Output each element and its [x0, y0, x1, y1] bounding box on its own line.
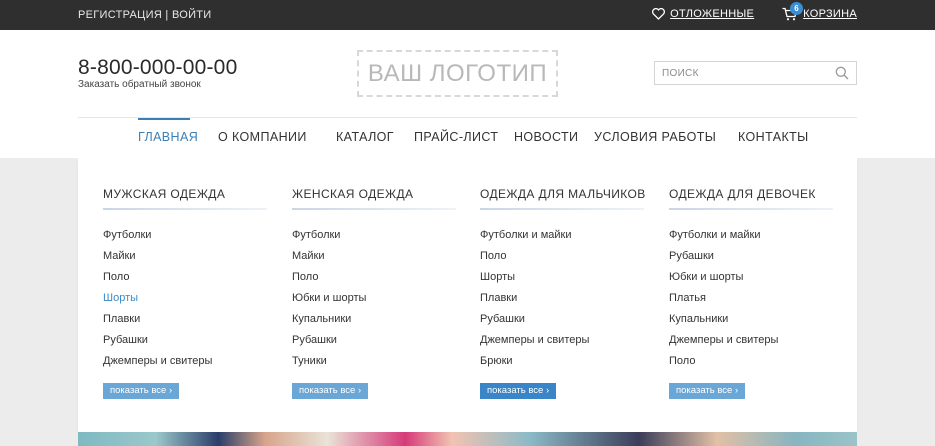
menu-link-hovered[interactable]: Шорты	[103, 292, 138, 304]
register-link[interactable]: РЕГИСТРАЦИЯ	[78, 9, 162, 21]
menu-link[interactable]: Джемперы и свитеры	[480, 334, 589, 346]
top-bar: РЕГИСТРАЦИЯ | ВОЙТИ ОТЛОЖЕННЫЕ 6 КОРЗИНА	[0, 0, 935, 30]
menu-link[interactable]: Футболки	[292, 229, 340, 241]
mega-menu: МУЖСКАЯ ОДЕЖДА Футболки Майки Поло Шорты…	[78, 158, 857, 432]
wishlist-link[interactable]: ОТЛОЖЕННЫЕ	[652, 8, 754, 20]
nav-item-home[interactable]: ГЛАВНАЯ	[138, 130, 198, 144]
menu-column-underline	[292, 208, 456, 210]
heart-icon	[652, 8, 666, 20]
menu-link[interactable]: Платья	[669, 292, 706, 304]
menu-link[interactable]: Поло	[480, 250, 506, 262]
cart-link[interactable]: 6 КОРЗИНА	[782, 2, 857, 21]
show-all-button[interactable]: показать все ›	[103, 383, 180, 399]
nav-active-indicator	[138, 118, 190, 120]
menu-link[interactable]: Юбки и шорты	[292, 292, 366, 304]
main-nav: ГЛАВНАЯ О КОМПАНИИ КАТАЛОГ ПРАЙС-ЛИСТ НО…	[78, 118, 857, 158]
menu-link[interactable]: Футболки и майки	[480, 229, 572, 241]
menu-link[interactable]: Юбки и шорты	[669, 271, 743, 283]
nav-item-pricelist[interactable]: ПРАЙС-ЛИСТ	[414, 130, 498, 144]
menu-column-underline	[669, 208, 833, 210]
nav-item-contacts[interactable]: КОНТАКТЫ	[738, 130, 809, 144]
search-box	[654, 61, 857, 85]
menu-link[interactable]: Рубашки	[292, 334, 337, 346]
menu-link[interactable]: Футболки и майки	[669, 229, 761, 241]
phone-number[interactable]: 8-800-000-00-00	[78, 56, 237, 80]
menu-link[interactable]: Купальники	[292, 313, 351, 325]
menu-link[interactable]: Рубашки	[480, 313, 525, 325]
wishlist-label: ОТЛОЖЕННЫЕ	[670, 8, 755, 20]
menu-link[interactable]: Рубашки	[103, 334, 148, 346]
cart-label: КОРЗИНА	[803, 8, 857, 20]
menu-link[interactable]: Плавки	[480, 292, 517, 304]
menu-link[interactable]: Джемперы и свитеры	[103, 355, 212, 367]
menu-link[interactable]: Майки	[103, 250, 136, 262]
cart-icon: 6	[782, 2, 804, 21]
menu-column-title[interactable]: ОДЕЖДА ДЛЯ МАЛЬЧИКОВ	[480, 187, 646, 201]
menu-column-title[interactable]: ОДЕЖДА ДЛЯ ДЕВОЧЕК	[669, 187, 816, 201]
search-input[interactable]	[655, 62, 825, 84]
menu-link[interactable]: Поло	[292, 271, 318, 283]
menu-column-title[interactable]: МУЖСКАЯ ОДЕЖДА	[103, 187, 225, 201]
search-icon[interactable]	[835, 66, 849, 85]
nav-item-terms[interactable]: УСЛОВИЯ РАБОТЫ	[594, 130, 716, 144]
nav-item-news[interactable]: НОВОСТИ	[514, 130, 578, 144]
menu-link[interactable]: Поло	[669, 355, 695, 367]
menu-link[interactable]: Майки	[292, 250, 325, 262]
login-link[interactable]: ВОЙТИ	[172, 9, 212, 21]
show-all-button[interactable]: показать все ›	[480, 383, 557, 399]
cart-count-badge: 6	[790, 2, 804, 15]
auth-links: РЕГИСТРАЦИЯ | ВОЙТИ	[78, 9, 212, 21]
menu-link[interactable]: Джемперы и свитеры	[669, 334, 778, 346]
menu-link[interactable]: Брюки	[480, 355, 513, 367]
nav-item-about[interactable]: О КОМПАНИИ	[218, 130, 307, 144]
top-bar-actions: ОТЛОЖЕННЫЕ 6 КОРЗИНА	[652, 2, 857, 21]
menu-link[interactable]: Туники	[292, 355, 327, 367]
show-all-button[interactable]: показать все ›	[669, 383, 746, 399]
menu-column-underline	[103, 208, 267, 210]
site-logo[interactable]: ВАШ ЛОГОТИП	[357, 50, 558, 97]
menu-link[interactable]: Купальники	[669, 313, 728, 325]
menu-column-title[interactable]: ЖЕНСКАЯ ОДЕЖДА	[292, 187, 413, 201]
hero-banner-image	[78, 432, 857, 446]
menu-link[interactable]: Футболки	[103, 229, 151, 241]
menu-link[interactable]: Плавки	[103, 313, 140, 325]
callback-link[interactable]: Заказать обратный звонок	[78, 79, 201, 90]
menu-link[interactable]: Поло	[103, 271, 129, 283]
menu-link[interactable]: Рубашки	[669, 250, 714, 262]
show-all-button[interactable]: показать все ›	[292, 383, 369, 399]
menu-column-underline	[480, 208, 644, 210]
menu-link[interactable]: Шорты	[480, 271, 515, 283]
nav-item-catalog[interactable]: КАТАЛОГ	[336, 130, 394, 144]
site-header: 8-800-000-00-00 Заказать обратный звонок…	[0, 30, 935, 158]
auth-separator: |	[165, 9, 169, 21]
